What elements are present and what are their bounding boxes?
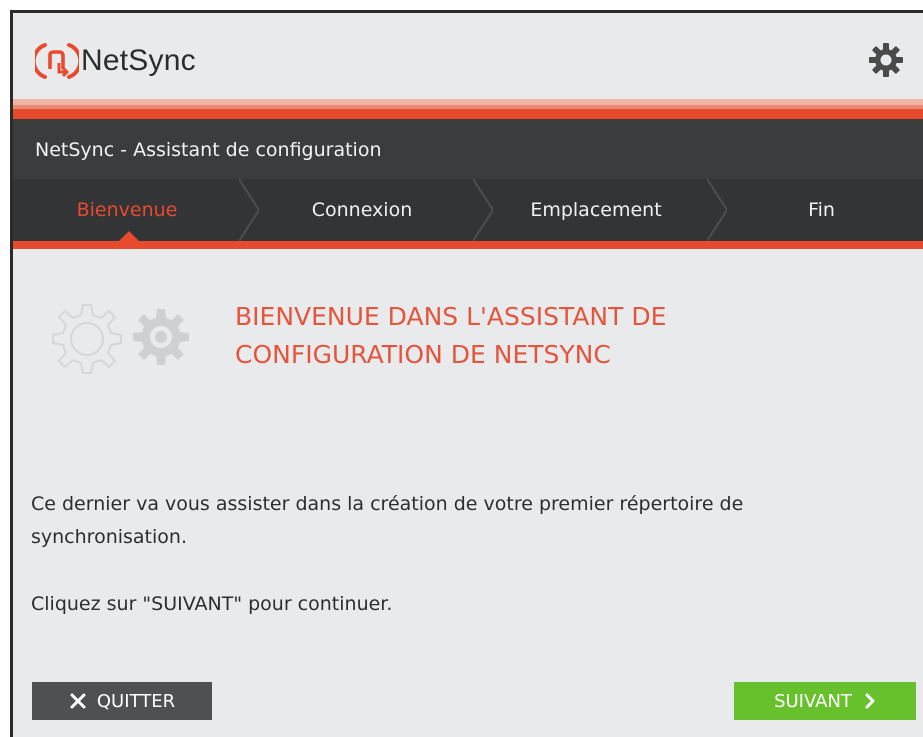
wizard-description: Ce dernier va vous assister dans la créa… [31, 493, 744, 548]
wizard-instruction: Cliquez sur "SUIVANT" pour continuer. [31, 593, 393, 615]
welcome-heading: BIENVENUE DANS L'ASSISTANT DE CONFIGURAT… [235, 298, 755, 374]
window-title-bar: NetSync - Assistant de configuration [13, 119, 923, 179]
gear-icon [869, 43, 903, 77]
gears-icon [52, 304, 189, 374]
window-title: NetSync - Assistant de configuration [35, 139, 382, 161]
step-label: Fin [808, 199, 835, 221]
chevron-right-icon [864, 693, 876, 709]
app-name: NetSync [81, 44, 196, 77]
app-header: NetSync [13, 13, 923, 99]
steps-underline [13, 241, 923, 249]
setup-wizard-window: NetSync NetSync - Assistant de configura… [10, 10, 923, 737]
accent-stripes [13, 99, 923, 121]
step-connexion: Connexion [249, 179, 475, 241]
quit-button-label: QUITTER [96, 690, 176, 712]
quit-button[interactable]: QUITTER [32, 682, 212, 720]
step-label: Emplacement [530, 199, 662, 221]
app-logo: NetSync [35, 39, 196, 83]
step-label: Connexion [311, 199, 413, 221]
netsync-logo-icon [35, 43, 79, 79]
welcome-heading-line1: BIENVENUE DANS L'ASSISTANT DE [235, 302, 667, 331]
welcome-heading-line2: CONFIGURATION DE NETSYNC [235, 340, 611, 369]
close-icon [69, 692, 87, 710]
step-label: Bienvenue [76, 199, 178, 221]
settings-button[interactable] [867, 41, 905, 79]
step-fin: Fin [717, 179, 923, 241]
step-emplacement: Emplacement [483, 179, 709, 241]
wizard-steps: Bienvenue Connexion Emplacement Fin [13, 179, 923, 241]
next-button-label: SUIVANT [774, 690, 852, 712]
next-button[interactable]: SUIVANT [734, 682, 916, 720]
